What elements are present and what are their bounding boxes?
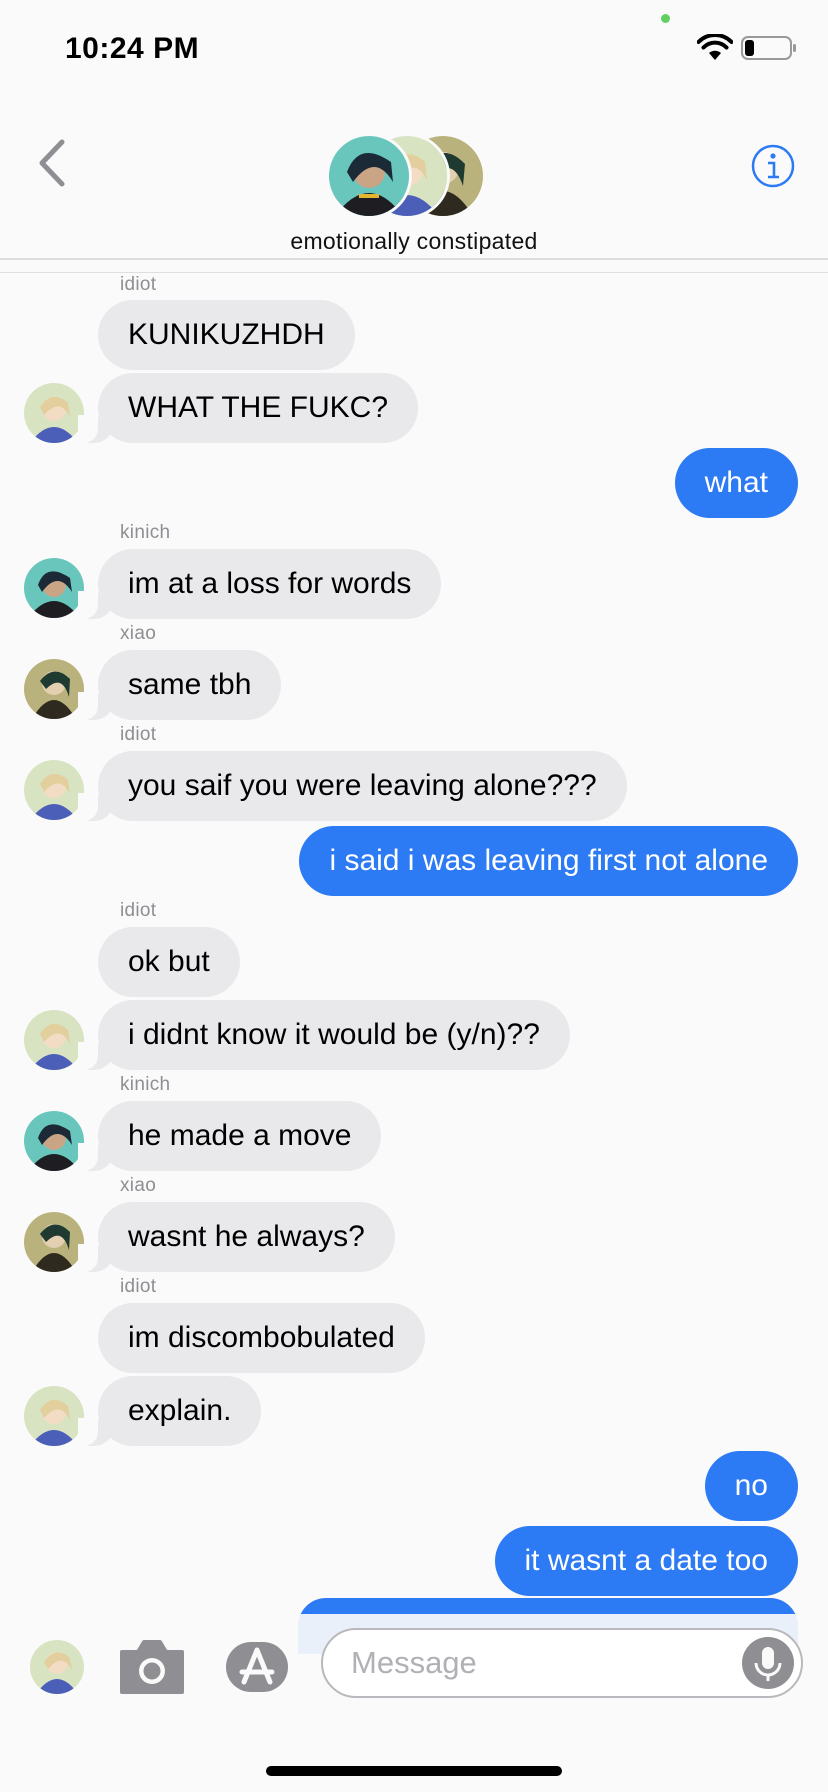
back-chevron-icon[interactable] bbox=[30, 136, 74, 190]
conversation-header: emotionally constipated bbox=[0, 100, 828, 260]
my-avatar[interactable] bbox=[30, 1640, 84, 1694]
group-name[interactable]: emotionally constipated bbox=[0, 228, 828, 255]
group-avatar-kinich bbox=[326, 133, 412, 219]
incoming-message[interactable]: he made a move bbox=[77, 1101, 382, 1171]
incoming-message[interactable]: WHAT THE FUKC? bbox=[77, 373, 419, 443]
avatar-kinich[interactable] bbox=[24, 1111, 84, 1171]
incoming-message[interactable]: ok but bbox=[98, 927, 240, 997]
avatar-xiao[interactable] bbox=[24, 1212, 84, 1272]
incoming-message[interactable]: im at a loss for words bbox=[77, 549, 442, 619]
avatar-idiot[interactable] bbox=[24, 1386, 84, 1446]
battery-icon bbox=[741, 36, 796, 60]
incoming-message[interactable]: wasnt he always? bbox=[78, 1202, 395, 1272]
incoming-message[interactable]: same tbh bbox=[77, 650, 282, 720]
sender-name: idiot bbox=[120, 900, 157, 921]
info-icon[interactable] bbox=[750, 143, 796, 189]
outgoing-message[interactable]: no bbox=[704, 1451, 798, 1521]
camera-icon[interactable] bbox=[118, 1638, 186, 1696]
wifi-icon bbox=[697, 34, 733, 60]
incoming-message[interactable]: i didnt know it would be (y/n)?? bbox=[78, 1000, 570, 1070]
sender-name: xiao bbox=[120, 623, 157, 644]
sender-name: kinich bbox=[120, 522, 171, 543]
camera-indicator-dot bbox=[661, 14, 670, 23]
header-divider bbox=[0, 272, 828, 273]
microphone-button[interactable] bbox=[742, 1637, 794, 1689]
home-indicator[interactable] bbox=[266, 1766, 562, 1776]
avatar-idiot[interactable] bbox=[24, 1010, 84, 1070]
status-time: 10:24 PM bbox=[65, 32, 200, 65]
app-store-icon[interactable] bbox=[222, 1638, 292, 1696]
message-input[interactable]: Message bbox=[321, 1628, 803, 1698]
status-bar: 10:24 PM bbox=[0, 0, 828, 100]
avatar-kinich[interactable] bbox=[24, 558, 84, 618]
avatar-idiot[interactable] bbox=[24, 760, 84, 820]
sender-name: idiot bbox=[120, 1276, 157, 1297]
outgoing-message[interactable]: i said i was leaving first not alone bbox=[299, 826, 798, 896]
sender-name: idiot bbox=[120, 274, 157, 295]
incoming-message[interactable]: explain. bbox=[77, 1376, 262, 1446]
incoming-message[interactable]: KUNIKUZHDH bbox=[98, 300, 355, 370]
microphone-icon bbox=[754, 1647, 782, 1681]
group-avatar-stack[interactable] bbox=[326, 133, 486, 219]
message-placeholder: Message bbox=[351, 1645, 477, 1680]
sender-name: kinich bbox=[120, 1074, 171, 1095]
sender-name: idiot bbox=[120, 724, 157, 745]
incoming-message[interactable]: im discombobulated bbox=[98, 1303, 425, 1373]
incoming-message[interactable]: you saif you were leaving alone??? bbox=[78, 751, 627, 821]
sender-name: xiao bbox=[120, 1175, 157, 1196]
outgoing-message[interactable]: it wasnt a date too bbox=[494, 1526, 798, 1596]
outgoing-message[interactable]: what bbox=[674, 448, 798, 518]
avatar-xiao[interactable] bbox=[24, 659, 84, 719]
avatar-idiot[interactable] bbox=[24, 383, 84, 443]
